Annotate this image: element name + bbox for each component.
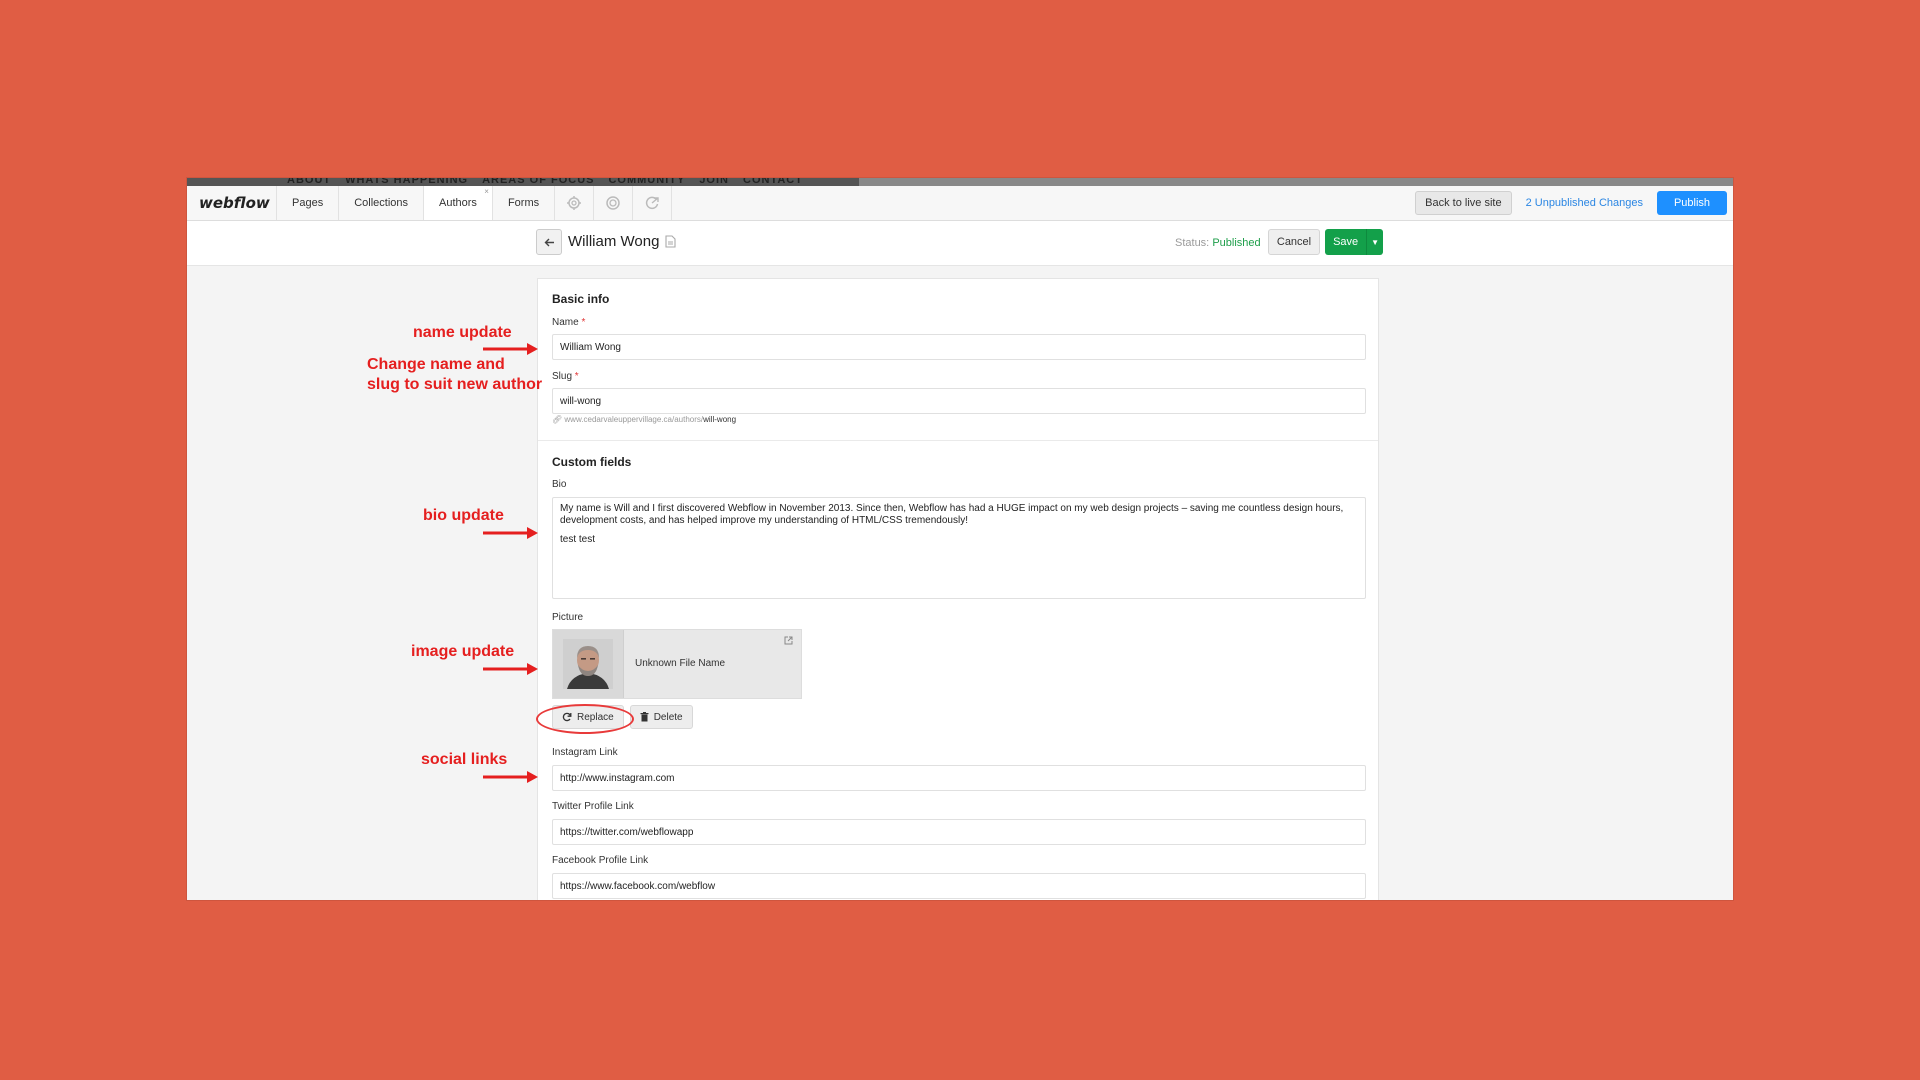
arrow-right-icon: [483, 663, 538, 675]
site-nav: ABOUT WHATS HAPPENING AREAS OF FOCUS COM…: [287, 178, 803, 186]
publish-button[interactable]: Publish: [1657, 191, 1727, 215]
arrow-right-icon: [483, 343, 538, 355]
item-form-panel: Basic info Name * William Wong Slug * wi…: [537, 278, 1379, 900]
site-nav-item[interactable]: JOIN: [699, 178, 729, 186]
name-input[interactable]: William Wong: [552, 334, 1366, 360]
unpublished-changes-link[interactable]: 2 Unpublished Changes: [1526, 197, 1643, 209]
annotation-social-links: social links: [421, 751, 508, 768]
chevron-down-icon[interactable]: ▼: [1366, 229, 1383, 255]
site-nav-item[interactable]: COMMUNITY: [608, 178, 685, 186]
editor-topbar: webflow Pages Collections Authors × Form…: [187, 186, 1733, 221]
picture-label: Picture: [552, 612, 584, 623]
site-preview-strip: ABOUT WHATS HAPPENING AREAS OF FOCUS COM…: [187, 178, 1733, 186]
annotation-bio-update: bio update: [423, 507, 504, 524]
tab-pages[interactable]: Pages: [277, 186, 340, 220]
instagram-input[interactable]: http://www.instagram.com: [552, 765, 1366, 791]
author-photo: [553, 630, 624, 698]
item-header: William Wong Status: Published Cancel Sa…: [187, 221, 1733, 266]
annotation-change-name: Change name and slug to suit new author: [367, 356, 543, 393]
site-nav-item[interactable]: AREAS OF FOCUS: [482, 178, 594, 186]
arrow-right-icon: [483, 771, 538, 783]
webflow-editor-screenshot: ABOUT WHATS HAPPENING AREAS OF FOCUS COM…: [187, 178, 1733, 900]
picture-field[interactable]: Unknown File Name: [552, 629, 802, 699]
back-to-live-site-button[interactable]: Back to live site: [1415, 191, 1512, 215]
name-label: Name *: [552, 317, 586, 328]
replace-highlight-circle: [536, 704, 634, 734]
site-nav-item[interactable]: CONTACT: [743, 178, 803, 186]
section-divider: [538, 440, 1378, 441]
facebook-input[interactable]: https://www.facebook.com/webflow: [552, 873, 1366, 899]
arrow-left-icon: [544, 238, 554, 246]
trash-icon: [640, 712, 649, 722]
item-title: William Wong: [568, 233, 660, 250]
bio-label: Bio: [552, 479, 567, 490]
tab-authors[interactable]: Authors ×: [424, 186, 493, 220]
arrow-right-icon: [483, 527, 538, 539]
file-name: Unknown File Name: [635, 658, 726, 669]
site-nav-item[interactable]: WHATS HAPPENING: [345, 178, 468, 186]
slug-url-preview[interactable]: 🔗︎ www.cedarvaleuppervillage.ca/authors/…: [552, 415, 736, 424]
link-icon: 🔗︎: [552, 415, 563, 424]
instagram-label: Instagram Link: [552, 747, 618, 758]
custom-fields-heading: Custom fields: [552, 455, 632, 469]
settings-icon[interactable]: [594, 186, 634, 220]
slug-input[interactable]: will-wong: [552, 388, 1366, 414]
annotation-image-update: image update: [411, 643, 515, 660]
annotation-name-update: name update: [413, 324, 512, 341]
delete-button[interactable]: Delete: [629, 705, 693, 729]
external-link-icon[interactable]: [784, 636, 793, 647]
back-arrow-button[interactable]: [536, 229, 562, 255]
facebook-label: Facebook Profile Link: [552, 855, 649, 866]
gear-icon[interactable]: [555, 186, 595, 220]
tab-collections[interactable]: Collections: [339, 186, 425, 220]
save-button[interactable]: Save ▼: [1325, 229, 1383, 255]
bio-textarea[interactable]: My name is Will and I first discovered W…: [552, 497, 1366, 599]
site-nav-item[interactable]: ABOUT: [287, 178, 331, 186]
tab-forms[interactable]: Forms: [493, 186, 556, 220]
twitter-label: Twitter Profile Link: [552, 801, 634, 812]
basic-info-heading: Basic info: [552, 292, 610, 306]
webflow-logo: webflow: [187, 186, 277, 220]
status-badge: Published: [1212, 237, 1261, 249]
twitter-input[interactable]: https://twitter.com/webflowapp: [552, 819, 1366, 845]
cancel-button[interactable]: Cancel: [1268, 229, 1320, 255]
slug-label: Slug *: [552, 371, 579, 382]
close-icon[interactable]: ×: [484, 187, 489, 196]
file-icon: [665, 235, 676, 253]
export-icon[interactable]: [633, 186, 673, 220]
status-text: Status: Published: [1175, 237, 1261, 249]
